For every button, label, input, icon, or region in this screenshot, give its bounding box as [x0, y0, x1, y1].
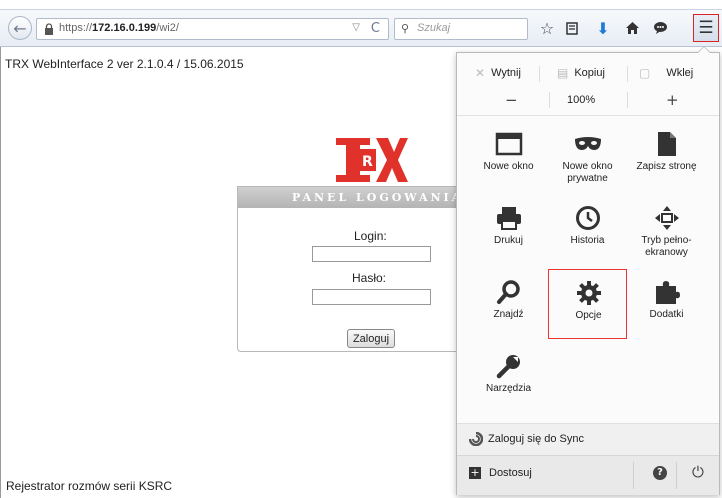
- zoom-separator: [627, 92, 628, 108]
- login-input[interactable]: [312, 246, 431, 262]
- hamburger-menu-button[interactable]: ☰: [693, 14, 719, 42]
- hamburger-icon: ☰: [698, 18, 714, 38]
- mask-icon: [548, 129, 627, 159]
- menu-item-label: Znajdź: [493, 309, 524, 320]
- footer-separator: [633, 462, 634, 489]
- page-icon: [627, 129, 706, 159]
- download-icon[interactable]: ⬇: [592, 17, 614, 39]
- puzzle-icon: [627, 277, 706, 307]
- menu-item-save-page[interactable]: Zapisz stronę: [627, 121, 706, 191]
- home-icon[interactable]: [621, 17, 643, 39]
- edit-separator: [627, 66, 628, 82]
- clipboard-icon: ▢: [639, 66, 651, 80]
- zoom-in-button[interactable]: +: [666, 91, 679, 109]
- cut-label: Wytnij: [491, 67, 521, 79]
- menu-item-private-window[interactable]: Nowe okno prywatne: [548, 121, 627, 191]
- scissors-icon: ✕: [475, 66, 486, 80]
- login-panel-title: PANEL LOGOWANIA: [238, 187, 481, 208]
- copy-button[interactable]: ▤ Kopiuj: [557, 66, 605, 80]
- paste-label: Wklej: [666, 67, 694, 79]
- zoom-level: 100%: [567, 94, 596, 106]
- trx-logo: R: [336, 138, 408, 182]
- magnifier-icon: [469, 277, 548, 307]
- login-panel: PANEL LOGOWANIA Login: Hasło: Zaloguj: [237, 186, 482, 352]
- copy-label: Kopiuj: [574, 67, 605, 79]
- window-icon: [469, 129, 548, 159]
- back-arrow-icon: ←: [13, 18, 27, 38]
- reload-icon[interactable]: C: [371, 21, 380, 36]
- login-button[interactable]: Zaloguj: [347, 329, 395, 348]
- zoom-row: − 100% +: [457, 89, 719, 113]
- chat-icon[interactable]: [649, 17, 671, 39]
- menu-item-label: Nowe okno prywatne: [562, 161, 613, 184]
- menu-item-label: Drukuj: [494, 235, 523, 246]
- browser-menu-panel: ✕ Wytnij ▤ Kopiuj ▢ Wklej − 100% + Nowe okn…: [456, 52, 720, 495]
- fullscreen-icon: [627, 203, 706, 233]
- menu-item-history[interactable]: Historia: [548, 195, 627, 265]
- menu-item-label: Nowe okno: [483, 161, 534, 172]
- menu-item-addons[interactable]: Dodatki: [627, 269, 706, 339]
- search-icon: ⚲: [401, 22, 410, 35]
- menu-item-fullscreen[interactable]: Tryb pełno-ekranowy: [627, 195, 706, 265]
- window-top-strip: [0, 0, 722, 10]
- zoom-separator: [549, 92, 550, 108]
- cut-button[interactable]: ✕ Wytnij: [475, 66, 521, 80]
- bookmarks-list-icon[interactable]: [561, 17, 583, 39]
- menu-item-label: Dodatki: [649, 309, 684, 320]
- wrench-icon: [469, 351, 548, 381]
- sync-icon: [468, 431, 484, 449]
- menu-divider: [457, 115, 719, 116]
- customize-label: Dostosuj: [489, 467, 532, 479]
- printer-icon: [469, 203, 548, 233]
- menu-item-label: Zapisz stronę: [636, 161, 697, 172]
- search-placeholder: Szukaj: [417, 22, 451, 34]
- gear-icon: [549, 278, 628, 308]
- menu-item-print[interactable]: Drukuj: [469, 195, 548, 265]
- page-footer-text: Rejestrator rozmów serii KSRC: [6, 479, 173, 493]
- sync-label: Zaloguj się do Sync: [488, 433, 584, 445]
- url-bar[interactable]: https://172.16.0.199/wi2/ ▽ C: [36, 18, 389, 40]
- menu-item-options[interactable]: Opcje: [548, 269, 627, 339]
- help-icon[interactable]: ?: [653, 466, 667, 480]
- back-button[interactable]: ←: [8, 16, 32, 40]
- url-text: https://172.16.0.199/wi2/: [59, 22, 179, 34]
- menu-item-label: Narzędzia: [485, 383, 532, 394]
- clock-icon: [548, 203, 627, 233]
- menu-item-label: Opcje: [575, 310, 602, 321]
- menu-pointer-inner: [698, 47, 710, 53]
- menu-item-label: Historia: [570, 235, 605, 246]
- lock-icon: [45, 23, 53, 35]
- svg-text:R: R: [362, 154, 373, 170]
- power-icon[interactable]: ⏻: [692, 463, 704, 481]
- login-label: Login:: [354, 229, 387, 243]
- password-label: Hasło:: [352, 271, 387, 285]
- paste-button[interactable]: ▢ Wklej: [639, 66, 693, 80]
- browser-toolbar: ← https://172.16.0.199/wi2/ ▽ C ⚲ Szukaj…: [0, 10, 722, 47]
- menu-item-label: Tryb pełno-ekranowy: [641, 235, 692, 258]
- zoom-out-button[interactable]: −: [505, 91, 518, 109]
- menu-footer: + Dostosuj ? ⏻: [457, 455, 719, 495]
- customize-button[interactable]: + Dostosuj: [469, 467, 532, 479]
- menu-item-tools[interactable]: Narzędzia: [469, 343, 548, 413]
- menu-item-find[interactable]: Znajdź: [469, 269, 548, 339]
- footer-separator: [676, 462, 677, 489]
- url-dropdown-icon[interactable]: ▽: [352, 22, 360, 33]
- edit-separator: [539, 66, 540, 82]
- edit-row: ✕ Wytnij ▤ Kopiuj ▢ Wklej: [457, 59, 719, 87]
- version-text: TRX WebInterface 2 ver 2.1.0.4 / 15.06.2…: [5, 57, 244, 71]
- menu-item-new-window[interactable]: Nowe okno: [469, 121, 548, 191]
- sync-row[interactable]: Zaloguj się do Sync: [457, 423, 719, 456]
- password-input[interactable]: [312, 289, 431, 305]
- copy-icon: ▤: [557, 66, 569, 80]
- page-left-border: [0, 47, 1, 498]
- search-bar[interactable]: ⚲ Szukaj: [394, 18, 528, 40]
- plus-square-icon: +: [469, 466, 481, 479]
- bookmark-star-icon[interactable]: ☆: [536, 17, 558, 39]
